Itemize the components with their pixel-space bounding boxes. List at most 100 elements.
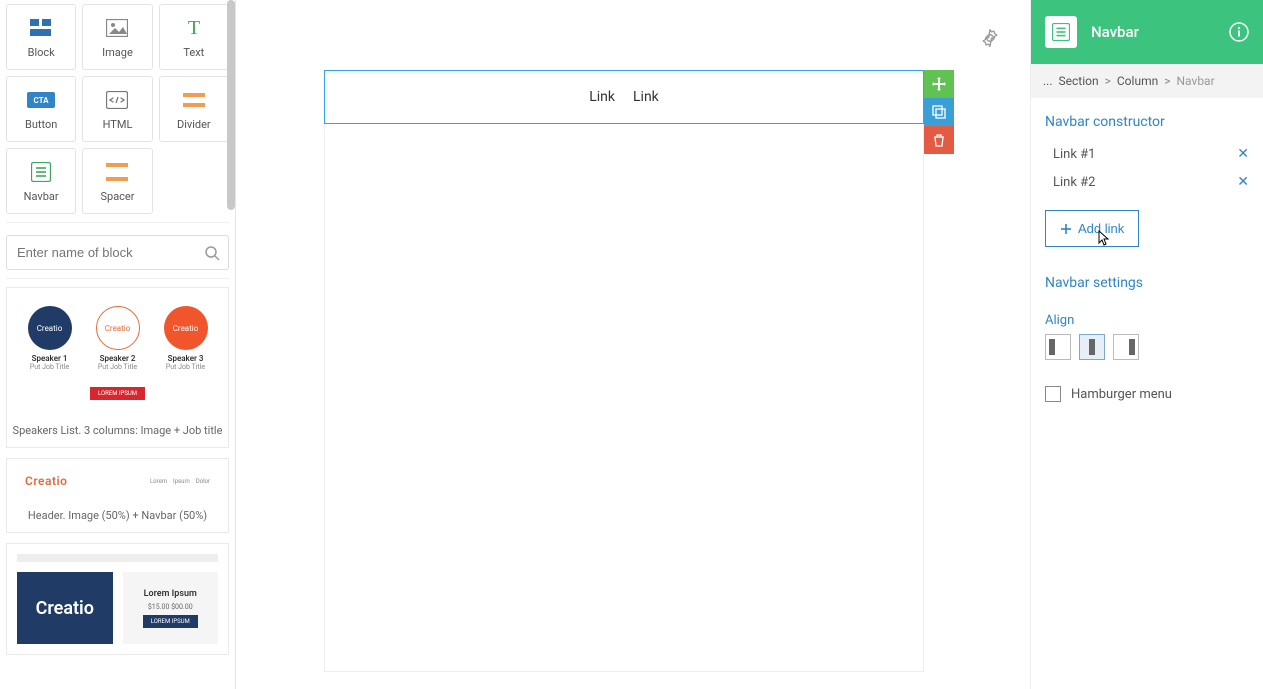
add-link-label: Add link xyxy=(1078,221,1124,236)
logo-text: Creatio xyxy=(25,474,67,488)
navbar-link[interactable]: Link xyxy=(633,89,659,105)
template-preview: Creatio Lorem Ipsum $15.00 $00.00 LOREM … xyxy=(7,544,228,654)
tool-button[interactable]: CTA Button xyxy=(6,76,76,142)
breadcrumb-prefix: ... xyxy=(1043,74,1053,88)
right-panel: Navbar ... Section > Column > Navbar Nav… xyxy=(1030,0,1263,689)
breadcrumb-current: Navbar xyxy=(1177,74,1215,88)
tool-label: Spacer xyxy=(100,190,134,203)
link-item[interactable]: Link #2 ✕ xyxy=(1053,168,1249,196)
constructor-title: Navbar constructor xyxy=(1045,114,1249,130)
template-caption: Speakers List. 3 columns: Image + Job ti… xyxy=(7,418,228,447)
remove-icon[interactable]: ✕ xyxy=(1237,174,1249,190)
copy-button[interactable] xyxy=(924,98,954,126)
template-product[interactable]: Creatio Lorem Ipsum $15.00 $00.00 LOREM … xyxy=(6,543,229,655)
navbar-element[interactable]: Link Link xyxy=(324,70,924,124)
template-preview: Creatio Speaker 1 Put Job Title Creatio … xyxy=(7,288,228,418)
canvas: Link Link xyxy=(236,0,1030,689)
info-icon[interactable] xyxy=(1229,22,1249,42)
tool-label: Block xyxy=(28,46,55,59)
tool-label: HTML xyxy=(103,118,133,131)
navbar-link[interactable]: Link xyxy=(589,89,615,105)
logo-block: Creatio xyxy=(17,572,113,644)
divider xyxy=(6,222,229,223)
align-center[interactable] xyxy=(1079,334,1105,360)
product-title: Lorem Ipsum xyxy=(144,589,197,599)
navbar-icon xyxy=(31,160,51,184)
navbar-icon xyxy=(1045,16,1077,48)
speaker-name: Speaker 2 xyxy=(100,354,136,363)
gear-icon[interactable] xyxy=(980,28,1000,48)
add-link-button[interactable]: Add link xyxy=(1045,210,1139,247)
tool-image[interactable]: Image xyxy=(82,4,152,70)
element-actions xyxy=(924,70,954,154)
speaker-title: Put Job Title xyxy=(166,363,205,371)
search-input[interactable] xyxy=(7,236,228,269)
logo-icon: Creatio xyxy=(96,306,140,350)
template-speakers[interactable]: Creatio Speaker 1 Put Job Title Creatio … xyxy=(6,287,229,448)
remove-icon[interactable]: ✕ xyxy=(1237,146,1249,162)
left-sidebar: Block Image T Text CTA Button xyxy=(0,0,236,689)
product-price: $15.00 $00.00 xyxy=(148,603,193,611)
hamburger-option[interactable]: Hamburger menu xyxy=(1045,386,1249,402)
template-caption: Header. Image (50%) + Navbar (50%) xyxy=(7,503,228,532)
plus-icon xyxy=(1060,223,1072,235)
divider xyxy=(6,278,229,279)
text-icon: T xyxy=(184,16,204,40)
speaker-name: Speaker 1 xyxy=(32,354,68,363)
link-label: Link #1 xyxy=(1053,147,1095,162)
tool-html[interactable]: HTML xyxy=(82,76,152,142)
scrollbar[interactable] xyxy=(227,0,235,210)
align-group xyxy=(1045,334,1249,360)
link-list: Link #1 ✕ Link #2 ✕ xyxy=(1053,140,1249,196)
page-body[interactable] xyxy=(324,124,924,672)
move-handle[interactable] xyxy=(924,70,954,98)
settings-title: Navbar settings xyxy=(1045,275,1249,291)
template-header[interactable]: Creatio Lorem Ipsum Dolor Header. Image … xyxy=(6,458,229,533)
tool-palette: Block Image T Text CTA Button xyxy=(6,0,229,214)
hamburger-label: Hamburger menu xyxy=(1071,387,1172,402)
mini-nav-item: Ipsum xyxy=(173,478,190,485)
tool-spacer[interactable]: Spacer xyxy=(82,148,152,214)
panel-title: Navbar xyxy=(1091,23,1139,41)
search-icon xyxy=(204,245,220,261)
speaker-title: Put Job Title xyxy=(30,363,69,371)
tool-divider[interactable]: Divider xyxy=(159,76,229,142)
tool-navbar[interactable]: Navbar xyxy=(6,148,76,214)
block-icon xyxy=(30,16,52,40)
delete-button[interactable] xyxy=(924,126,954,154)
image-icon xyxy=(106,16,128,40)
logo-icon: Creatio xyxy=(28,306,72,350)
button-icon: CTA xyxy=(27,88,55,112)
spacer-icon xyxy=(106,160,128,184)
mini-nav-item: Dolor xyxy=(196,478,210,485)
tool-label: Button xyxy=(25,118,57,131)
tool-label: Image xyxy=(102,46,133,59)
tool-block[interactable]: Block xyxy=(6,4,76,70)
chevron-right-icon: > xyxy=(1164,74,1170,88)
mini-nav-item: Lorem xyxy=(150,478,167,485)
align-left[interactable] xyxy=(1045,334,1071,360)
html-icon xyxy=(106,88,128,112)
link-label: Link #2 xyxy=(1053,175,1095,190)
tool-label: Divider xyxy=(177,118,211,131)
align-title: Align xyxy=(1045,313,1249,328)
checkbox[interactable] xyxy=(1045,386,1061,402)
breadcrumb-item[interactable]: Column xyxy=(1117,74,1158,88)
block-search[interactable] xyxy=(6,235,229,270)
speaker-name: Speaker 3 xyxy=(168,354,204,363)
logo-icon: Creatio xyxy=(164,306,208,350)
tool-text[interactable]: T Text xyxy=(159,4,229,70)
breadcrumb-item[interactable]: Section xyxy=(1059,74,1099,88)
svg-text:CTA: CTA xyxy=(34,96,50,105)
product-button: LOREM IPSUM xyxy=(143,615,198,628)
panel-header: Navbar xyxy=(1031,0,1263,64)
speaker-title: Put Job Title xyxy=(98,363,137,371)
tool-label: Text xyxy=(183,46,204,59)
align-right[interactable] xyxy=(1113,334,1139,360)
breadcrumb: ... Section > Column > Navbar xyxy=(1031,64,1263,98)
template-preview: Creatio Lorem Ipsum Dolor xyxy=(7,459,228,503)
tool-label: Navbar xyxy=(24,190,59,203)
link-item[interactable]: Link #1 ✕ xyxy=(1053,140,1249,168)
chevron-right-icon: > xyxy=(1105,74,1111,88)
template-button: LOREM IPSUM xyxy=(90,387,145,400)
